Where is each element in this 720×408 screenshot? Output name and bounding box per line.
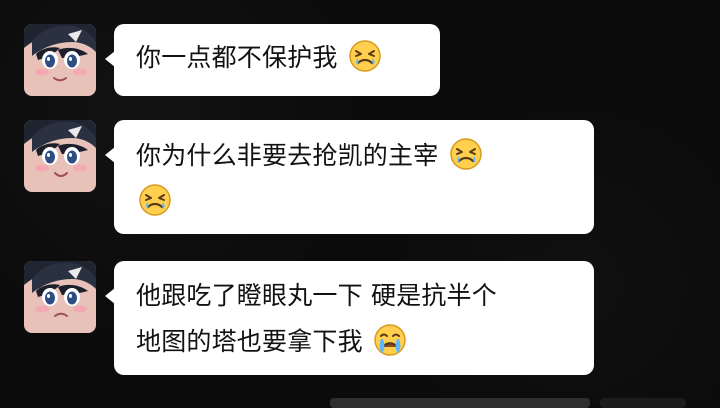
- crying-face-icon: [348, 39, 382, 73]
- anime-avatar-icon: [24, 261, 96, 333]
- anime-avatar-icon: [24, 24, 96, 96]
- loudly-crying-face-icon: [373, 323, 407, 357]
- message-text: 你一点都不保护我: [136, 43, 338, 72]
- message-text: 地图的塔也要拿下我: [136, 327, 363, 356]
- message-line: 他跟吃了瞪眼丸一下 硬是抗半个: [136, 273, 570, 319]
- chat-bubble[interactable]: 他跟吃了瞪眼丸一下 硬是抗半个 地图的塔也要拿下我: [105, 261, 594, 375]
- message-line: 地图的塔也要拿下我: [136, 319, 570, 365]
- crying-face-icon: [138, 183, 172, 217]
- message-text: 他跟吃了瞪眼丸一下 硬是抗半个: [136, 281, 497, 310]
- message-line: [136, 179, 570, 225]
- media-preview-strip: [330, 398, 590, 408]
- message-line: 你为什么非要去抢凯的主宰: [136, 133, 570, 179]
- crying-face-icon: [449, 137, 483, 171]
- chat-bubble[interactable]: 你一点都不保护我: [105, 24, 440, 96]
- message-text: 你为什么非要去抢凯的主宰: [136, 141, 439, 170]
- message-line: 你一点都不保护我: [136, 35, 416, 81]
- anime-avatar-icon: [24, 120, 96, 192]
- avatar[interactable]: [24, 261, 96, 333]
- avatar[interactable]: [24, 24, 96, 96]
- media-preview-strip: [600, 398, 686, 408]
- chat-bubble[interactable]: 你为什么非要去抢凯的主宰: [105, 120, 594, 234]
- avatar[interactable]: [24, 120, 96, 192]
